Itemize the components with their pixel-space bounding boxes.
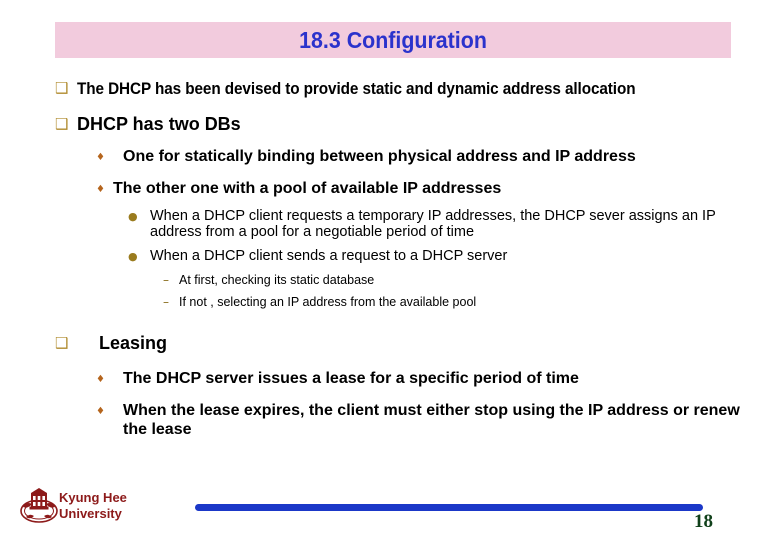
diamond-bullet-icon: ♦: [96, 374, 105, 385]
diamond-bullet-icon: ♦: [96, 184, 105, 195]
bullet-text: If not , selecting an IP address from th…: [179, 295, 477, 309]
square-bullet-icon: ❑: [55, 79, 69, 97]
bullet-text: One for statically binding between physi…: [123, 148, 636, 165]
bullet-text: When the lease expires, the client must …: [123, 402, 740, 438]
square-bullet-icon: ❑: [55, 334, 69, 352]
diamond-bullet-icon: ♦: [96, 406, 105, 417]
slide-canvas: 18.3 Configuration ❑ The DHCP has been d…: [0, 0, 780, 540]
bullet-item-temporary-ip: ● When a DHCP client requests a temporar…: [0, 208, 780, 240]
bullet-item-static-binding: ♦ One for statically binding between phy…: [0, 147, 780, 168]
bullet-text: When a DHCP client sends a request to a …: [150, 248, 508, 264]
diamond-bullet-icon: ♦: [96, 152, 105, 163]
bullet-text: At first, checking its static database: [179, 273, 375, 287]
bullet-item-leasing: ❑ Leasing: [0, 332, 780, 355]
bullet-item-lease-period: ♦ The DHCP server issues a lease for a s…: [0, 369, 780, 390]
bullet-text: The DHCP has been devised to provide sta…: [77, 79, 636, 98]
university-name-line1: Kyung Hee: [59, 490, 127, 505]
bullet-text: DHCP has two DBs: [77, 114, 241, 134]
bullet-item-select-from-pool: – If not , selecting an IP address from …: [0, 294, 780, 310]
round-bullet-icon: ●: [128, 210, 138, 223]
page-number: 18: [694, 511, 713, 532]
footer-divider-rule: [195, 504, 703, 511]
bullet-text: The DHCP server issues a lease for a spe…: [123, 370, 579, 387]
page-title: 18.3 Configuration: [299, 27, 487, 53]
bullet-item-dhcp-devised: ❑ The DHCP has been devised to provide s…: [0, 78, 780, 99]
bullet-item-lease-expires: ♦ When the lease expires, the client mus…: [0, 401, 780, 439]
dash-bullet-icon: –: [163, 295, 169, 309]
bullet-item-pool-db: ♦ The other one with a pool of available…: [0, 179, 780, 200]
round-bullet-icon: ●: [128, 250, 138, 263]
dash-bullet-icon: –: [163, 273, 169, 287]
bullet-item-client-request: ● When a DHCP client sends a request to …: [0, 248, 780, 266]
bullet-text: Leasing: [99, 333, 168, 353]
bullet-text: The other one with a pool of available I…: [113, 180, 502, 197]
bullet-item-two-dbs: ❑ DHCP has two DBs: [0, 113, 780, 136]
bullet-item-check-static-db: – At first, checking its static database: [0, 272, 780, 288]
university-name: Kyung Hee University: [59, 490, 127, 522]
kyung-hee-university-logo-icon: [19, 487, 59, 525]
university-name-line2: University: [59, 506, 122, 521]
slide-body: ❑ The DHCP has been devised to provide s…: [0, 72, 780, 439]
square-bullet-icon: ❑: [55, 115, 69, 133]
bullet-text: When a DHCP client requests a temporary …: [150, 208, 716, 240]
